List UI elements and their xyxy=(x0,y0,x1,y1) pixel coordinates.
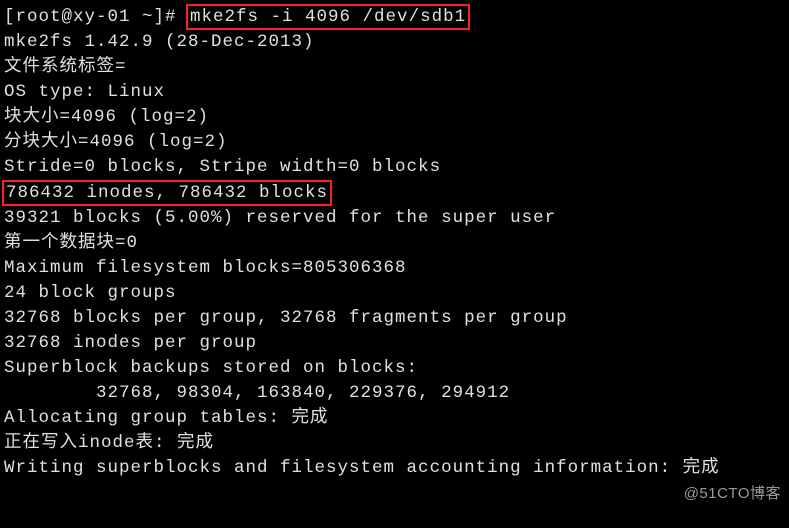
output-sbbackups-hdr: Superblock backups stored on blocks: xyxy=(4,356,785,381)
output-pergroup: 32768 blocks per group, 32768 fragments … xyxy=(4,306,785,331)
output-groups: 24 block groups xyxy=(4,281,785,306)
command-input[interactable]: mke2fs -i 4096 /dev/sdb1 xyxy=(186,4,470,30)
output-writesb: Writing superblocks and filesystem accou… xyxy=(4,456,785,481)
output-sbbackups-vals: 32768, 98304, 163840, 229376, 294912 xyxy=(4,381,785,406)
output-ostype: OS type: Linux xyxy=(4,80,785,105)
output-inodes-blocks: 786432 inodes, 786432 blocks xyxy=(4,180,785,206)
output-inodespg: 32768 inodes per group xyxy=(4,331,785,356)
output-stride: Stride=0 blocks, Stripe width=0 blocks xyxy=(4,155,785,180)
output-fslabel: 文件系统标签= xyxy=(4,55,785,80)
output-maxfs: Maximum filesystem blocks=805306368 xyxy=(4,256,785,281)
output-version: mke2fs 1.42.9 (28-Dec-2013) xyxy=(4,30,785,55)
output-blocksize: 块大小=4096 (log=2) xyxy=(4,105,785,130)
watermark-text: @51CTO博客 xyxy=(684,481,781,506)
output-writeinode: 正在写入inode表: 完成 xyxy=(4,431,785,456)
output-reserved: 39321 blocks (5.00%) reserved for the su… xyxy=(4,206,785,231)
output-alloc: Allocating group tables: 完成 xyxy=(4,406,785,431)
highlight-inodes-blocks: 786432 inodes, 786432 blocks xyxy=(2,180,332,206)
shell-prompt: [root@xy-01 ~]# xyxy=(4,7,188,27)
output-firstdata: 第一个数据块=0 xyxy=(4,231,785,256)
output-fragsize: 分块大小=4096 (log=2) xyxy=(4,130,785,155)
prompt-line[interactable]: [root@xy-01 ~]# mke2fs -i 4096 /dev/sdb1 xyxy=(4,4,785,30)
